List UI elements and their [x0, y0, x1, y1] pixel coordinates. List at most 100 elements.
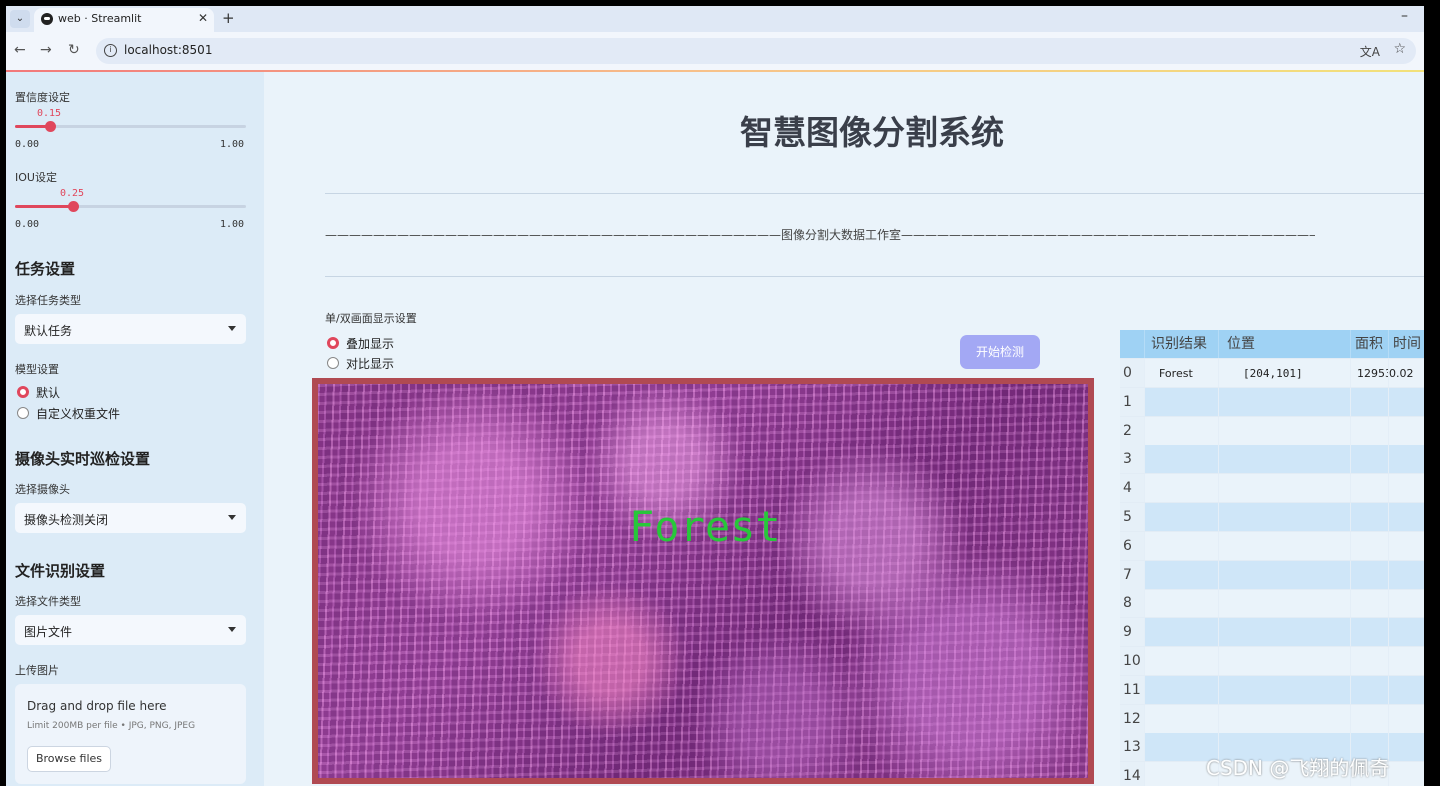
- position-cell: [1218, 589, 1350, 618]
- row-index: 0: [1120, 359, 1144, 387]
- camera-select[interactable]: 摄像头检测关闭: [15, 503, 246, 533]
- file-dropzone[interactable]: Drag and drop file here Limit 200MB per …: [15, 684, 246, 784]
- column-header[interactable]: 时间: [1388, 330, 1424, 358]
- address-bar: ← → ↻ i localhost:8501 文A ☆: [6, 32, 1424, 70]
- result-cell: [1144, 560, 1218, 589]
- task-type-select[interactable]: 默认任务: [15, 314, 246, 344]
- minimize-window-icon[interactable]: –: [1401, 8, 1408, 24]
- bookmark-star-icon[interactable]: ☆: [1393, 41, 1406, 57]
- result-cell: [1144, 531, 1218, 560]
- result-cell: [1144, 647, 1218, 675]
- time-cell: [1388, 762, 1424, 786]
- site-info-icon[interactable]: i: [104, 44, 117, 57]
- table-row[interactable]: 10: [1120, 647, 1424, 676]
- csdn-watermark: CSDN @飞翔的佩奇: [1206, 756, 1390, 780]
- table-row[interactable]: 8: [1120, 589, 1424, 619]
- table-row[interactable]: 2: [1120, 416, 1424, 446]
- table-row[interactable]: 4: [1120, 474, 1424, 504]
- radio-unchecked-icon[interactable]: [17, 407, 29, 419]
- position-cell: [1218, 416, 1350, 445]
- back-arrow-icon[interactable]: ←: [14, 42, 26, 58]
- radio-checked-icon[interactable]: [17, 386, 29, 398]
- time-cell: [1388, 531, 1424, 560]
- close-tab-icon[interactable]: ✕: [198, 11, 208, 25]
- url-text[interactable]: localhost:8501: [124, 43, 212, 57]
- time-cell: 0.02: [1388, 359, 1424, 387]
- table-row[interactable]: 3: [1120, 445, 1424, 475]
- start-detection-button[interactable]: 开始检测: [960, 335, 1040, 369]
- url-field[interactable]: i localhost:8501 文A ☆: [96, 38, 1416, 64]
- confidence-slider[interactable]: [15, 121, 246, 132]
- tab-list-chevron-icon[interactable]: ⌄: [10, 10, 30, 28]
- results-table[interactable]: 识别结果 位置 面积 时间 0Forest[204,101]1295360.02…: [1120, 330, 1424, 786]
- upload-label: 上传图片: [15, 664, 59, 677]
- position-cell: [1218, 618, 1350, 647]
- table-row[interactable]: 5: [1120, 503, 1424, 532]
- position-cell: [1218, 675, 1350, 704]
- browser-tab[interactable]: web · Streamlit ✕: [34, 8, 214, 32]
- segmentation-image-frame: Forest: [312, 378, 1094, 784]
- position-cell: [1218, 387, 1350, 416]
- area-cell: [1350, 618, 1388, 647]
- time-cell: [1388, 416, 1424, 445]
- new-tab-plus-icon[interactable]: +: [222, 9, 235, 27]
- result-cell: [1144, 675, 1218, 704]
- column-header[interactable]: 位置: [1218, 330, 1350, 358]
- row-index: 9: [1120, 618, 1144, 647]
- forward-arrow-icon[interactable]: →: [40, 42, 52, 58]
- result-cell: [1144, 618, 1218, 647]
- camera-label: 选择摄像头: [15, 483, 70, 496]
- area-cell: [1350, 589, 1388, 618]
- display-option-label: 叠加显示: [346, 337, 395, 351]
- radio-unchecked-icon[interactable]: [327, 357, 339, 369]
- table-row[interactable]: 11: [1120, 675, 1424, 705]
- result-cell: [1144, 474, 1218, 503]
- tab-title: web · Streamlit: [58, 12, 142, 25]
- iou-max: 1.00: [220, 219, 245, 230]
- task-type-label: 选择任务类型: [15, 294, 81, 307]
- chevron-down-icon: [228, 515, 236, 520]
- display-mode-label: 单/双画面显示设置: [325, 312, 417, 325]
- table-row[interactable]: 6: [1120, 531, 1424, 561]
- model-option-label: 自定义权重文件: [36, 407, 121, 421]
- row-index: 12: [1120, 704, 1144, 733]
- task-type-selected: 默认任务: [24, 324, 73, 338]
- area-cell: [1350, 675, 1388, 704]
- time-cell: [1388, 618, 1424, 647]
- table-row[interactable]: 12: [1120, 704, 1424, 734]
- radio-checked-icon[interactable]: [327, 337, 339, 349]
- position-cell: [1218, 560, 1350, 589]
- table-row[interactable]: 0Forest[204,101]1295360.02: [1120, 359, 1424, 388]
- confidence-slider-thumb[interactable]: [45, 121, 56, 132]
- file-type-label: 选择文件类型: [15, 595, 81, 608]
- column-header[interactable]: 面积: [1350, 330, 1388, 358]
- iou-value: 0.25: [60, 188, 85, 199]
- result-cell: [1144, 503, 1218, 531]
- row-index: 13: [1120, 733, 1144, 762]
- iou-slider[interactable]: [15, 201, 246, 212]
- column-header[interactable]: 识别结果: [1144, 330, 1218, 358]
- result-cell: [1144, 416, 1218, 445]
- table-row[interactable]: 9: [1120, 618, 1424, 648]
- result-cell: Forest: [1144, 359, 1218, 387]
- browse-files-button[interactable]: Browse files: [27, 746, 111, 772]
- translate-icon[interactable]: 文A: [1360, 43, 1380, 60]
- table-row[interactable]: 1: [1120, 387, 1424, 417]
- row-index: 8: [1120, 589, 1144, 618]
- table-row[interactable]: 7: [1120, 560, 1424, 590]
- divider: [325, 276, 1424, 277]
- result-cell: [1144, 589, 1218, 618]
- table-header: 识别结果 位置 面积 时间: [1120, 330, 1424, 359]
- reload-icon[interactable]: ↻: [68, 42, 80, 58]
- area-cell: [1350, 560, 1388, 589]
- area-cell: [1350, 647, 1388, 675]
- camera-heading: 摄像头实时巡检设置: [15, 450, 151, 468]
- time-cell: [1388, 647, 1424, 675]
- result-cell: [1144, 704, 1218, 733]
- iou-slider-thumb[interactable]: [68, 201, 79, 212]
- file-type-select[interactable]: 图片文件: [15, 615, 246, 645]
- area-cell: [1350, 474, 1388, 503]
- time-cell: [1388, 589, 1424, 618]
- area-cell: [1350, 704, 1388, 733]
- chevron-down-icon: [228, 326, 236, 331]
